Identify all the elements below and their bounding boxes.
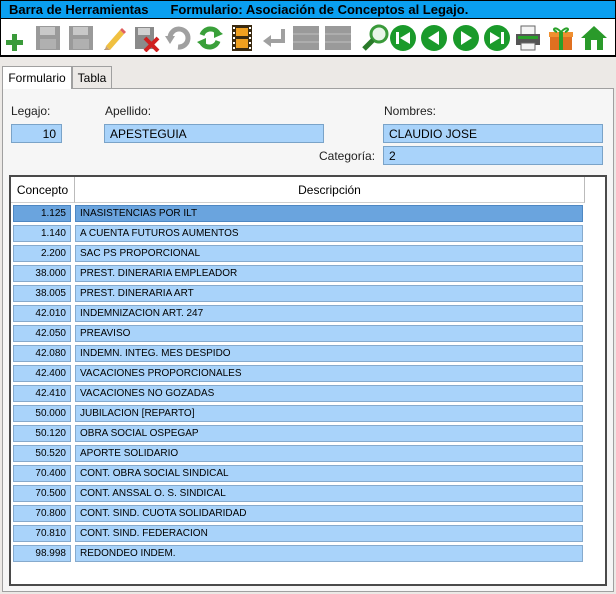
- refresh-icon[interactable]: [196, 24, 224, 52]
- save-icon[interactable]: [34, 24, 62, 52]
- table-row[interactable]: 42.080 INDEMN. INTEG. MES DESPIDO: [11, 344, 585, 364]
- descripcion-cell[interactable]: PREST. DINERARIA ART: [75, 285, 583, 302]
- prev-icon[interactable]: [420, 24, 448, 52]
- table-row[interactable]: 70.500 CONT. ANSSAL O. S. SINDICAL: [11, 484, 585, 504]
- descripcion-cell[interactable]: REDONDEO INDEM.: [75, 545, 583, 562]
- concepto-cell[interactable]: 42.080: [13, 345, 71, 362]
- concepto-cell[interactable]: 38.005: [13, 285, 71, 302]
- descripcion-cell[interactable]: VACACIONES NO GOZADAS: [75, 385, 583, 402]
- column-header-descripcion[interactable]: Descripción: [75, 177, 585, 203]
- concepto-cell[interactable]: 50.520: [13, 445, 71, 462]
- descripcion-cell[interactable]: JUBILACION [REPARTO]: [75, 405, 583, 422]
- table-row[interactable]: 42.050 PREAVISO: [11, 324, 585, 344]
- table-row[interactable]: 70.800 CONT. SIND. CUOTA SOLIDARIDAD: [11, 504, 585, 524]
- descripcion-cell[interactable]: CONT. SIND. CUOTA SOLIDARIDAD: [75, 505, 583, 522]
- grid-rows: 1.125 INASISTENCIAS POR ILT 1.140 A CUENTA …: [11, 204, 585, 564]
- table-row[interactable]: 1.125 INASISTENCIAS POR ILT: [11, 204, 585, 224]
- first-icon[interactable]: [389, 24, 417, 52]
- concepto-cell[interactable]: 42.400: [13, 365, 71, 382]
- concepto-cell[interactable]: 1.140: [13, 225, 71, 242]
- save-as-icon[interactable]: [67, 24, 95, 52]
- categoria-label: Categoría:: [319, 149, 376, 163]
- descripcion-cell[interactable]: CONT. SIND. FEDERACION: [75, 525, 583, 542]
- concepto-cell[interactable]: 1.125: [13, 205, 71, 222]
- descripcion-cell[interactable]: A CUENTA FUTUROS AUMENTOS: [75, 225, 583, 242]
- descripcion-cell[interactable]: APORTE SOLIDARIO: [75, 445, 583, 462]
- concepto-cell[interactable]: 70.810: [13, 525, 71, 542]
- legajo-label: Legajo:: [11, 104, 51, 118]
- print-icon[interactable]: [514, 24, 542, 52]
- grid2-icon[interactable]: [324, 24, 352, 52]
- table-row[interactable]: 98.998 REDONDEO INDEM.: [11, 544, 585, 564]
- toolbar-title: Barra de Herramientas: [9, 2, 149, 17]
- table-row[interactable]: 42.400 VACACIONES PROPORCIONALES: [11, 364, 585, 384]
- concepto-cell[interactable]: 70.800: [13, 505, 71, 522]
- descripcion-cell[interactable]: PREST. DINERARIA EMPLEADOR: [75, 265, 583, 282]
- next-icon[interactable]: [452, 24, 480, 52]
- window: Barra de Herramientas Formulario: Asocia…: [0, 0, 616, 594]
- categoria-field[interactable]: 2: [383, 146, 603, 165]
- search-icon[interactable]: [362, 24, 390, 52]
- descripcion-cell[interactable]: OBRA SOCIAL OSPEGAP: [75, 425, 583, 442]
- tab-tabla[interactable]: Tabla: [72, 66, 112, 88]
- table-row[interactable]: 70.400 CONT. OBRA SOCIAL SINDICAL: [11, 464, 585, 484]
- concepto-cell[interactable]: 50.000: [13, 405, 71, 422]
- undo-icon[interactable]: [164, 24, 192, 52]
- apellido-field[interactable]: APESTEGUIA: [104, 124, 324, 143]
- table-row[interactable]: 70.810 CONT. SIND. FEDERACION: [11, 524, 585, 544]
- column-header-concepto[interactable]: Concepto: [11, 177, 75, 203]
- toolbar: [0, 19, 616, 57]
- table-row[interactable]: 38.000 PREST. DINERARIA EMPLEADOR: [11, 264, 585, 284]
- last-icon[interactable]: [483, 24, 511, 52]
- descripcion-cell[interactable]: VACACIONES PROPORCIONALES: [75, 365, 583, 382]
- descripcion-cell[interactable]: PREAVISO: [75, 325, 583, 342]
- table-row[interactable]: 50.120 OBRA SOCIAL OSPEGAP: [11, 424, 585, 444]
- concepto-cell[interactable]: 50.120: [13, 425, 71, 442]
- table-row[interactable]: 2.200 SAC PS PROPORCIONAL: [11, 244, 585, 264]
- descripcion-cell[interactable]: CONT. ANSSAL O. S. SINDICAL: [75, 485, 583, 502]
- grid-icon[interactable]: [292, 24, 320, 52]
- nombres-label: Nombres:: [384, 104, 437, 118]
- concepto-cell[interactable]: 42.410: [13, 385, 71, 402]
- concepto-cell[interactable]: 42.050: [13, 325, 71, 342]
- delete-icon[interactable]: [132, 24, 160, 52]
- apellido-label: Apellido:: [105, 104, 152, 118]
- conceptos-grid: Concepto Descripción 1.125 INASISTENCIAS …: [9, 175, 607, 586]
- descripcion-cell[interactable]: INASISTENCIAS POR ILT: [75, 205, 583, 222]
- form-title: Formulario: Asociación de Conceptos al L…: [170, 2, 469, 17]
- table-row[interactable]: 50.520 APORTE SOLIDARIO: [11, 444, 585, 464]
- table-row[interactable]: 1.140 A CUENTA FUTUROS AUMENTOS: [11, 224, 585, 244]
- table-row[interactable]: 50.000 JUBILACION [REPARTO]: [11, 404, 585, 424]
- concepto-cell[interactable]: 2.200: [13, 245, 71, 262]
- title-bar: Barra de Herramientas Formulario: Asocia…: [0, 0, 616, 19]
- gift-icon[interactable]: [547, 24, 575, 52]
- concepto-cell[interactable]: 42.010: [13, 305, 71, 322]
- tab-formulario[interactable]: Formulario: [2, 66, 72, 89]
- edit-icon[interactable]: [100, 24, 128, 52]
- descripcion-cell[interactable]: CONT. OBRA SOCIAL SINDICAL: [75, 465, 583, 482]
- add-icon[interactable]: [1, 24, 29, 52]
- concepto-cell[interactable]: 98.998: [13, 545, 71, 562]
- table-row[interactable]: 38.005 PREST. DINERARIA ART: [11, 284, 585, 304]
- concepto-cell[interactable]: 70.400: [13, 465, 71, 482]
- concepto-cell[interactable]: 70.500: [13, 485, 71, 502]
- descripcion-cell[interactable]: INDEMNIZACION ART. 247: [75, 305, 583, 322]
- concepto-cell[interactable]: 38.000: [13, 265, 71, 282]
- film-icon[interactable]: [228, 24, 256, 52]
- table-row[interactable]: 42.410 VACACIONES NO GOZADAS: [11, 384, 585, 404]
- descripcion-cell[interactable]: SAC PS PROPORCIONAL: [75, 245, 583, 262]
- table-row[interactable]: 42.010 INDEMNIZACION ART. 247: [11, 304, 585, 324]
- nombres-field[interactable]: CLAUDIO JOSE: [383, 124, 603, 143]
- enter-icon[interactable]: [260, 24, 288, 52]
- descripcion-cell[interactable]: INDEMN. INTEG. MES DESPIDO: [75, 345, 583, 362]
- legajo-field[interactable]: 10: [11, 124, 62, 143]
- home-icon[interactable]: [580, 24, 608, 52]
